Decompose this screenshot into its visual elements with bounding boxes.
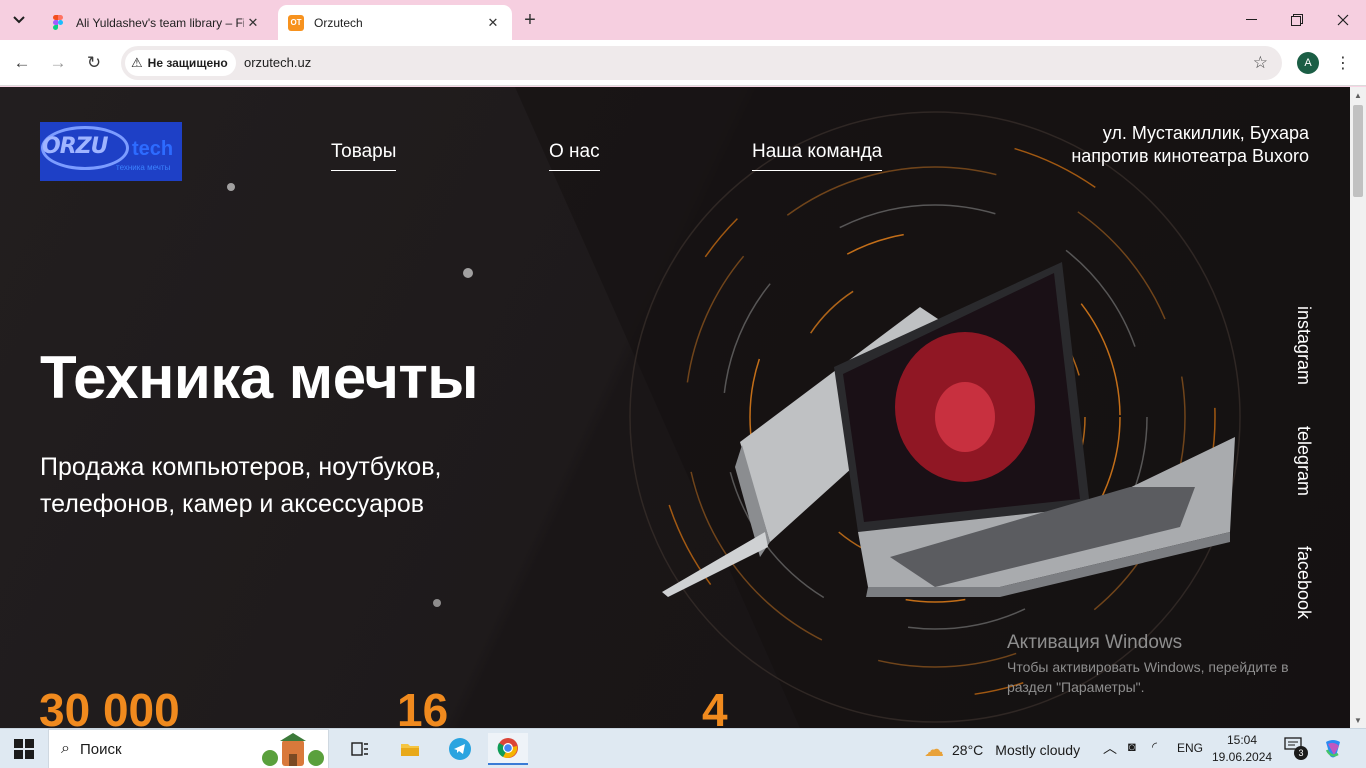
close-tab-icon[interactable]: ✕ xyxy=(244,15,262,31)
restore-icon xyxy=(1291,14,1303,26)
scroll-up-arrow-icon[interactable]: ▲ xyxy=(1350,87,1366,103)
figma-icon xyxy=(53,15,63,30)
logo-tagline: техника мечты xyxy=(116,163,171,172)
clock-date: 19.06.2024 xyxy=(1212,750,1273,764)
notifications-icon[interactable]: 3 xyxy=(1284,737,1308,760)
system-clock[interactable]: 15:04 19.06.2024 xyxy=(1212,732,1272,766)
instagram-link[interactable]: instagram xyxy=(1293,306,1314,385)
stat-value: 30 000 xyxy=(39,684,180,728)
weather-temperature: 28°C xyxy=(952,741,984,758)
back-button[interactable]: ← xyxy=(8,49,36,77)
reload-button[interactable]: ↻ xyxy=(80,49,108,77)
partly-cloudy-icon: ☁ xyxy=(924,739,944,761)
scroll-down-arrow-icon[interactable]: ▼ xyxy=(1350,712,1366,728)
hero-subtitle: Продажа компьютеров, ноутбуков, телефоно… xyxy=(40,453,442,518)
logo-tech-text: tech xyxy=(132,138,174,160)
task-view-icon[interactable] xyxy=(340,733,380,765)
camera-icon[interactable]: ◙ xyxy=(1128,739,1136,754)
activation-title: Активация Windows xyxy=(1007,632,1183,653)
browser-toolbar: ← → ↻ ⚠ Не защищено orzutech.uz ☆ xyxy=(0,40,1366,86)
browser-menu-icon[interactable]: ⋮ xyxy=(1335,50,1351,76)
facebook-link[interactable]: facebook xyxy=(1293,546,1314,619)
forward-arrow-icon: → xyxy=(49,53,67,72)
tab-figma[interactable]: Ali Yuldashev's team library – Fi ✕ xyxy=(40,5,272,40)
clock-time: 15:04 xyxy=(1226,733,1258,747)
scroll-thumb[interactable] xyxy=(1353,105,1363,197)
logo-main-text: ORZU xyxy=(42,134,108,159)
copilot-icon[interactable] xyxy=(1322,738,1344,760)
stat-value: 4 xyxy=(702,684,728,728)
page-viewport: ORZU tech техника мечты Товары О нас Наш… xyxy=(0,87,1350,728)
taskbar-search-box[interactable]: ⌕ Поиск xyxy=(48,729,329,768)
tab-title: Ali Yuldashev's team library – Fi xyxy=(76,15,244,30)
bookmark-star-icon[interactable]: ☆ xyxy=(1253,53,1268,73)
close-tab-icon[interactable]: ✕ xyxy=(484,15,502,31)
close-icon xyxy=(1337,14,1349,26)
close-window-button[interactable] xyxy=(1320,0,1366,40)
minimize-icon xyxy=(1245,19,1257,20)
profile-avatar[interactable]: A xyxy=(1297,52,1319,74)
telegram-icon[interactable] xyxy=(440,733,480,765)
telegram-link[interactable]: telegram xyxy=(1293,426,1314,496)
notification-count: 3 xyxy=(1294,746,1308,760)
activation-text: Чтобы активировать Windows, перейдите в … xyxy=(1007,659,1289,695)
address-line-1: ул. Мустакиллик, Бухара xyxy=(1102,123,1309,143)
orzutech-logo[interactable]: ORZU tech техника мечты xyxy=(40,122,182,181)
new-tab-button[interactable]: + xyxy=(518,8,542,32)
wifi-icon[interactable]: ◜ xyxy=(1152,739,1157,755)
page-scrollbar[interactable]: ▲ ▼ xyxy=(1350,87,1366,728)
windows-activation-watermark: Активация Windows Чтобы активировать Win… xyxy=(1007,632,1317,697)
tab-title: Orzutech xyxy=(314,15,363,30)
restore-button[interactable] xyxy=(1274,0,1320,40)
nav-link-team[interactable]: Наша команда xyxy=(752,141,883,171)
nav-link-products[interactable]: Товары xyxy=(331,141,397,171)
forward-button[interactable]: → xyxy=(44,49,72,77)
search-icon: ⌕ xyxy=(61,740,70,757)
url-text[interactable]: orzutech.uz xyxy=(244,55,311,70)
hero-title: Техника мечты xyxy=(40,344,479,411)
weather-widget[interactable]: ☁ 28°C Mostly cloudy xyxy=(924,737,1080,762)
windows-taskbar: ⌕ Поиск ☁ 28°C Mostly cloudy ︿ ◙ ◜ ENG 1… xyxy=(0,728,1366,768)
reload-icon: ↻ xyxy=(86,53,102,72)
store-address: ул. Мустакиллик, Бухара напротив кинотеа… xyxy=(1071,122,1309,168)
tab-strip: Ali Yuldashev's team library – Fi ✕ OT O… xyxy=(0,0,1366,40)
search-label: Поиск xyxy=(79,740,122,758)
stat-value: 16 xyxy=(397,684,449,728)
address-bar[interactable]: ⚠ Не защищено orzutech.uz ☆ xyxy=(121,46,1282,80)
back-arrow-icon: ← xyxy=(13,53,31,72)
language-indicator[interactable]: ENG xyxy=(1177,741,1203,755)
nav-link-about[interactable]: О нас xyxy=(549,141,600,171)
site-security-chip[interactable]: ⚠ Не защищено xyxy=(125,50,236,76)
minimize-button[interactable] xyxy=(1228,0,1274,40)
file-explorer-icon[interactable] xyxy=(390,733,430,765)
tab-search-button[interactable] xyxy=(6,7,32,33)
address-line-2: напротив кинотеатра Buxoro xyxy=(1071,146,1309,166)
orzutech-favicon-icon: OT xyxy=(288,14,304,31)
security-label: Не защищено xyxy=(147,56,228,70)
chrome-icon[interactable] xyxy=(488,733,528,765)
weather-condition: Mostly cloudy xyxy=(995,741,1081,758)
tab-orzutech[interactable]: OT Orzutech ✕ xyxy=(278,5,512,40)
chevron-down-icon xyxy=(13,16,25,24)
search-highlight-image xyxy=(262,733,324,766)
warning-icon: ⚠ xyxy=(131,55,143,70)
windows-start-icon[interactable] xyxy=(14,739,34,759)
tray-chevron-up-icon[interactable]: ︿ xyxy=(1103,738,1117,758)
